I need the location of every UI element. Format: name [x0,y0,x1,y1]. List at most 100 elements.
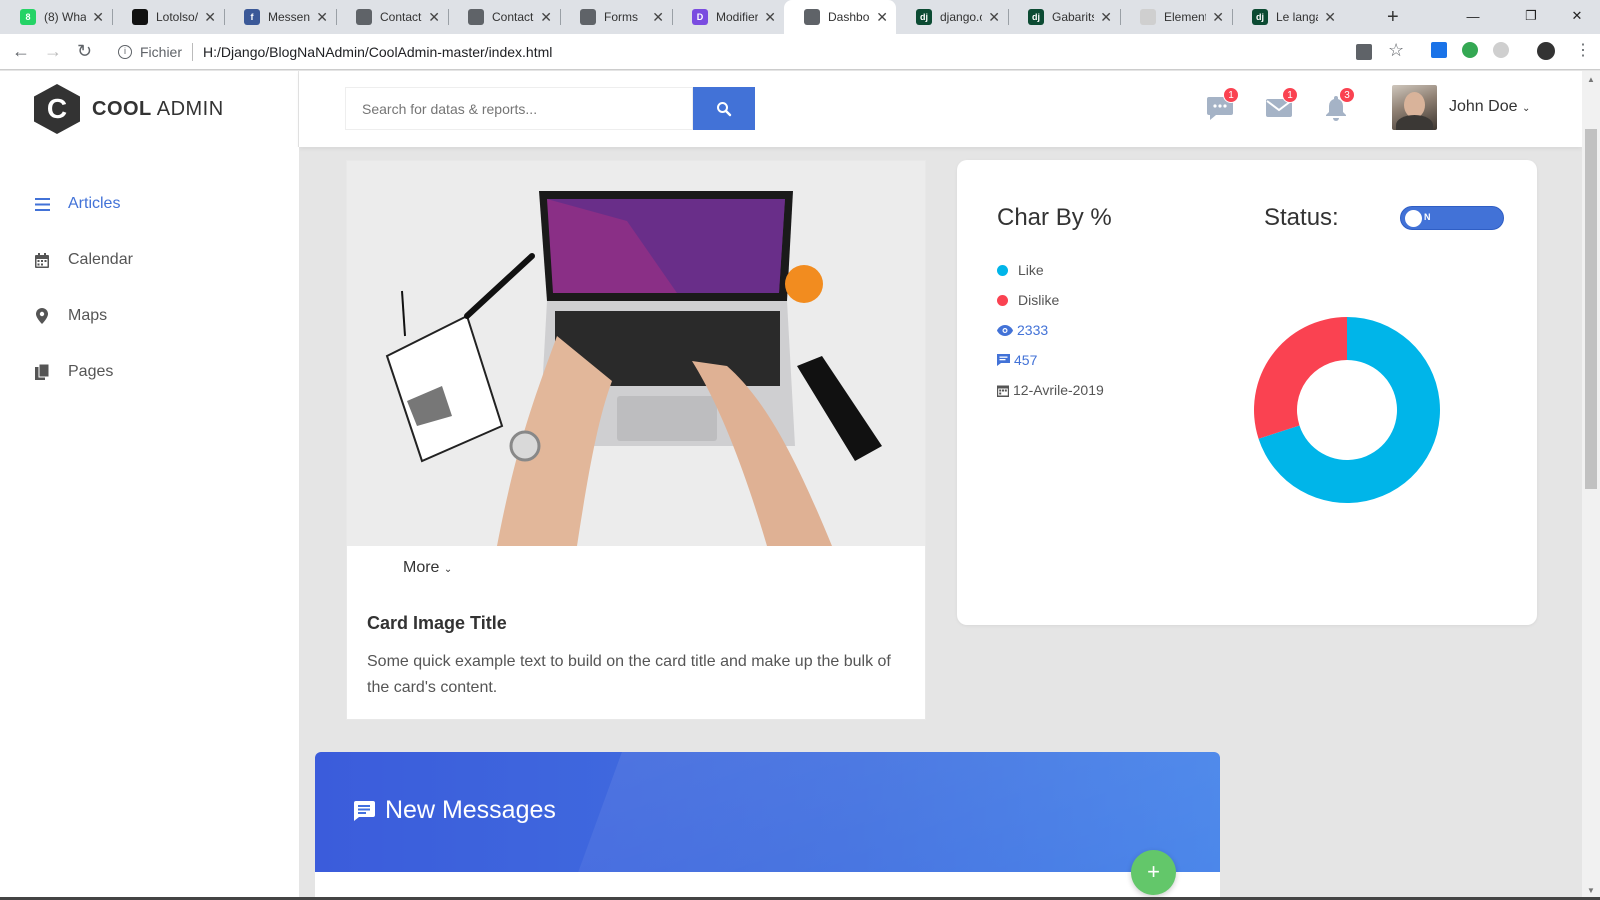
chat-notification-button[interactable]: 1 [1205,87,1239,123]
translate-icon[interactable] [1356,44,1372,60]
scroll-down-arrow-icon[interactable]: ▼ [1587,886,1595,895]
image-card: More ⌄ Card Image Title Some quick examp… [346,160,926,720]
search-button[interactable] [693,87,755,130]
restore-button[interactable]: ❐ [1508,0,1554,32]
logo-hexagon-icon: C [34,84,80,134]
sidebar-item-articles[interactable]: Articles [34,195,120,213]
browser-tab[interactable]: f Messeng ✕ [224,0,336,34]
tab-close-icon[interactable]: ✕ [204,9,216,26]
avatar[interactable] [1392,85,1437,130]
views-stat[interactable]: 2333 [997,322,1048,338]
tab-favicon-icon [580,9,596,25]
tab-title: Contact [380,10,422,24]
logo-text-bold: COOL [92,97,152,120]
tab-separator [1232,9,1233,25]
add-message-button[interactable]: + [1131,850,1176,895]
browser-tab[interactable]: Forms ✕ [560,0,672,34]
mail-notification-button[interactable]: 1 [1264,87,1298,123]
tab-close-icon[interactable]: ✕ [1324,9,1336,26]
tab-title: Messeng [268,10,311,24]
info-icon[interactable]: i [118,45,132,59]
tab-close-icon[interactable]: ✕ [652,9,664,26]
reload-icon[interactable]: ↻ [77,41,92,62]
browser-tab-strip: 8(8) Whats✕Lotolso/i✕fMesseng✕Contact✕Co… [0,0,1600,34]
new-messages-panel: New Messages [315,752,1220,900]
map-marker-icon [34,308,50,324]
browser-tab[interactable]: dj Le langag ✕ [1232,0,1344,34]
tab-title: Modifier [716,10,759,24]
tab-title: Forms [604,10,638,24]
scrollbar-thumb[interactable] [1585,129,1597,489]
url-text: H:/Django/BlogNaNAdmin/CoolAdmin-master/… [203,44,553,60]
browser-tab[interactable]: Lotolso/i ✕ [112,0,224,34]
card-photo [347,161,925,546]
browser-tab[interactable]: Dashboa ✕ [784,0,896,34]
tab-favicon-icon: dj [1252,9,1268,25]
tab-close-icon[interactable]: ✕ [540,9,552,26]
status-toggle[interactable]: N [1400,206,1504,230]
extension-icon[interactable] [1493,42,1509,58]
window-close-button[interactable]: ✕ [1554,0,1600,32]
browser-tab[interactable]: Elements ✕ [1120,0,1232,34]
tab-close-icon[interactable]: ✕ [316,9,328,26]
url-divider [192,43,194,61]
comment-icon [997,354,1010,366]
new-tab-button[interactable]: + [1387,6,1399,29]
user-menu-toggle[interactable]: John Doe ⌄ [1449,98,1530,116]
tab-close-icon[interactable]: ✕ [92,9,104,26]
sidebar-item-calendar[interactable]: Calendar [34,251,133,269]
tab-close-icon[interactable]: ✕ [764,9,776,26]
bookmark-star-icon[interactable]: ☆ [1388,40,1404,61]
sidebar-item-label: Pages [68,363,114,380]
legend-label: Like [1018,262,1044,278]
tab-close-icon[interactable]: ✕ [876,9,888,26]
copy-icon [34,364,50,380]
tab-close-icon[interactable]: ✕ [988,9,1000,26]
sidebar-item-maps[interactable]: Maps [34,307,107,325]
browser-tab[interactable]: dj Gabarits ✕ [1008,0,1120,34]
back-icon[interactable]: ← [12,41,30,62]
extension-icon[interactable] [1431,42,1447,58]
app-header: 1 1 3 John Doe ⌄ [299,71,1582,147]
donut-slice-dislike[interactable] [1254,317,1347,439]
chat-count-badge: 1 [1223,87,1239,103]
more-dropdown[interactable]: More ⌄ [403,559,452,577]
comments-stat[interactable]: 457 [997,352,1037,368]
tab-favicon-icon: dj [1028,9,1044,25]
scroll-up-arrow-icon[interactable]: ▲ [1587,75,1595,84]
minimize-button[interactable]: — [1450,0,1496,32]
sidebar-item-label: Calendar [68,251,133,268]
forward-icon[interactable]: → [44,41,62,62]
status-label: Status: [1264,204,1339,231]
tab-close-icon[interactable]: ✕ [1212,9,1224,26]
tab-favicon-icon: 8 [20,9,36,25]
bars-icon [34,196,50,212]
profile-icon[interactable] [1537,42,1555,60]
browser-tab[interactable]: 8 (8) Whats ✕ [0,0,112,34]
user-name: John Doe [1449,98,1518,115]
sidebar: Articles Calendar Maps Pages [0,147,299,900]
url-field[interactable]: i Fichier H:/Django/BlogNaNAdmin/CoolAdm… [110,38,1410,66]
url-scheme-label: Fichier [140,44,183,60]
alerts-notification-button[interactable]: 3 [1321,87,1355,123]
browser-tab[interactable]: Contact ✕ [336,0,448,34]
globe-extension-icon[interactable] [1462,42,1478,58]
logo[interactable]: C COOL ADMIN [0,71,299,147]
browser-tab[interactable]: D Modifier ✕ [672,0,784,34]
sidebar-item-pages[interactable]: Pages [34,363,113,381]
tab-title: Lotolso/i [156,10,199,24]
toggle-knob [1405,210,1422,227]
tab-separator [1008,9,1009,25]
browser-tab[interactable]: Contact ✕ [448,0,560,34]
legend-dot [997,294,1008,306]
card-text: Some quick example text to build on the … [367,653,891,696]
tab-close-icon[interactable]: ✕ [1100,9,1112,26]
scrollbar[interactable]: ▲ ▼ [1582,71,1600,900]
tab-favicon-icon [132,9,148,25]
search-input[interactable] [345,87,693,130]
browser-tab[interactable]: dj django.cc ✕ [896,0,1008,34]
tab-close-icon[interactable]: ✕ [428,9,440,26]
menu-kebab-icon[interactable]: ⋮ [1575,40,1591,60]
tab-title: Dashboa [828,10,870,24]
mail-count-badge: 1 [1282,87,1298,103]
